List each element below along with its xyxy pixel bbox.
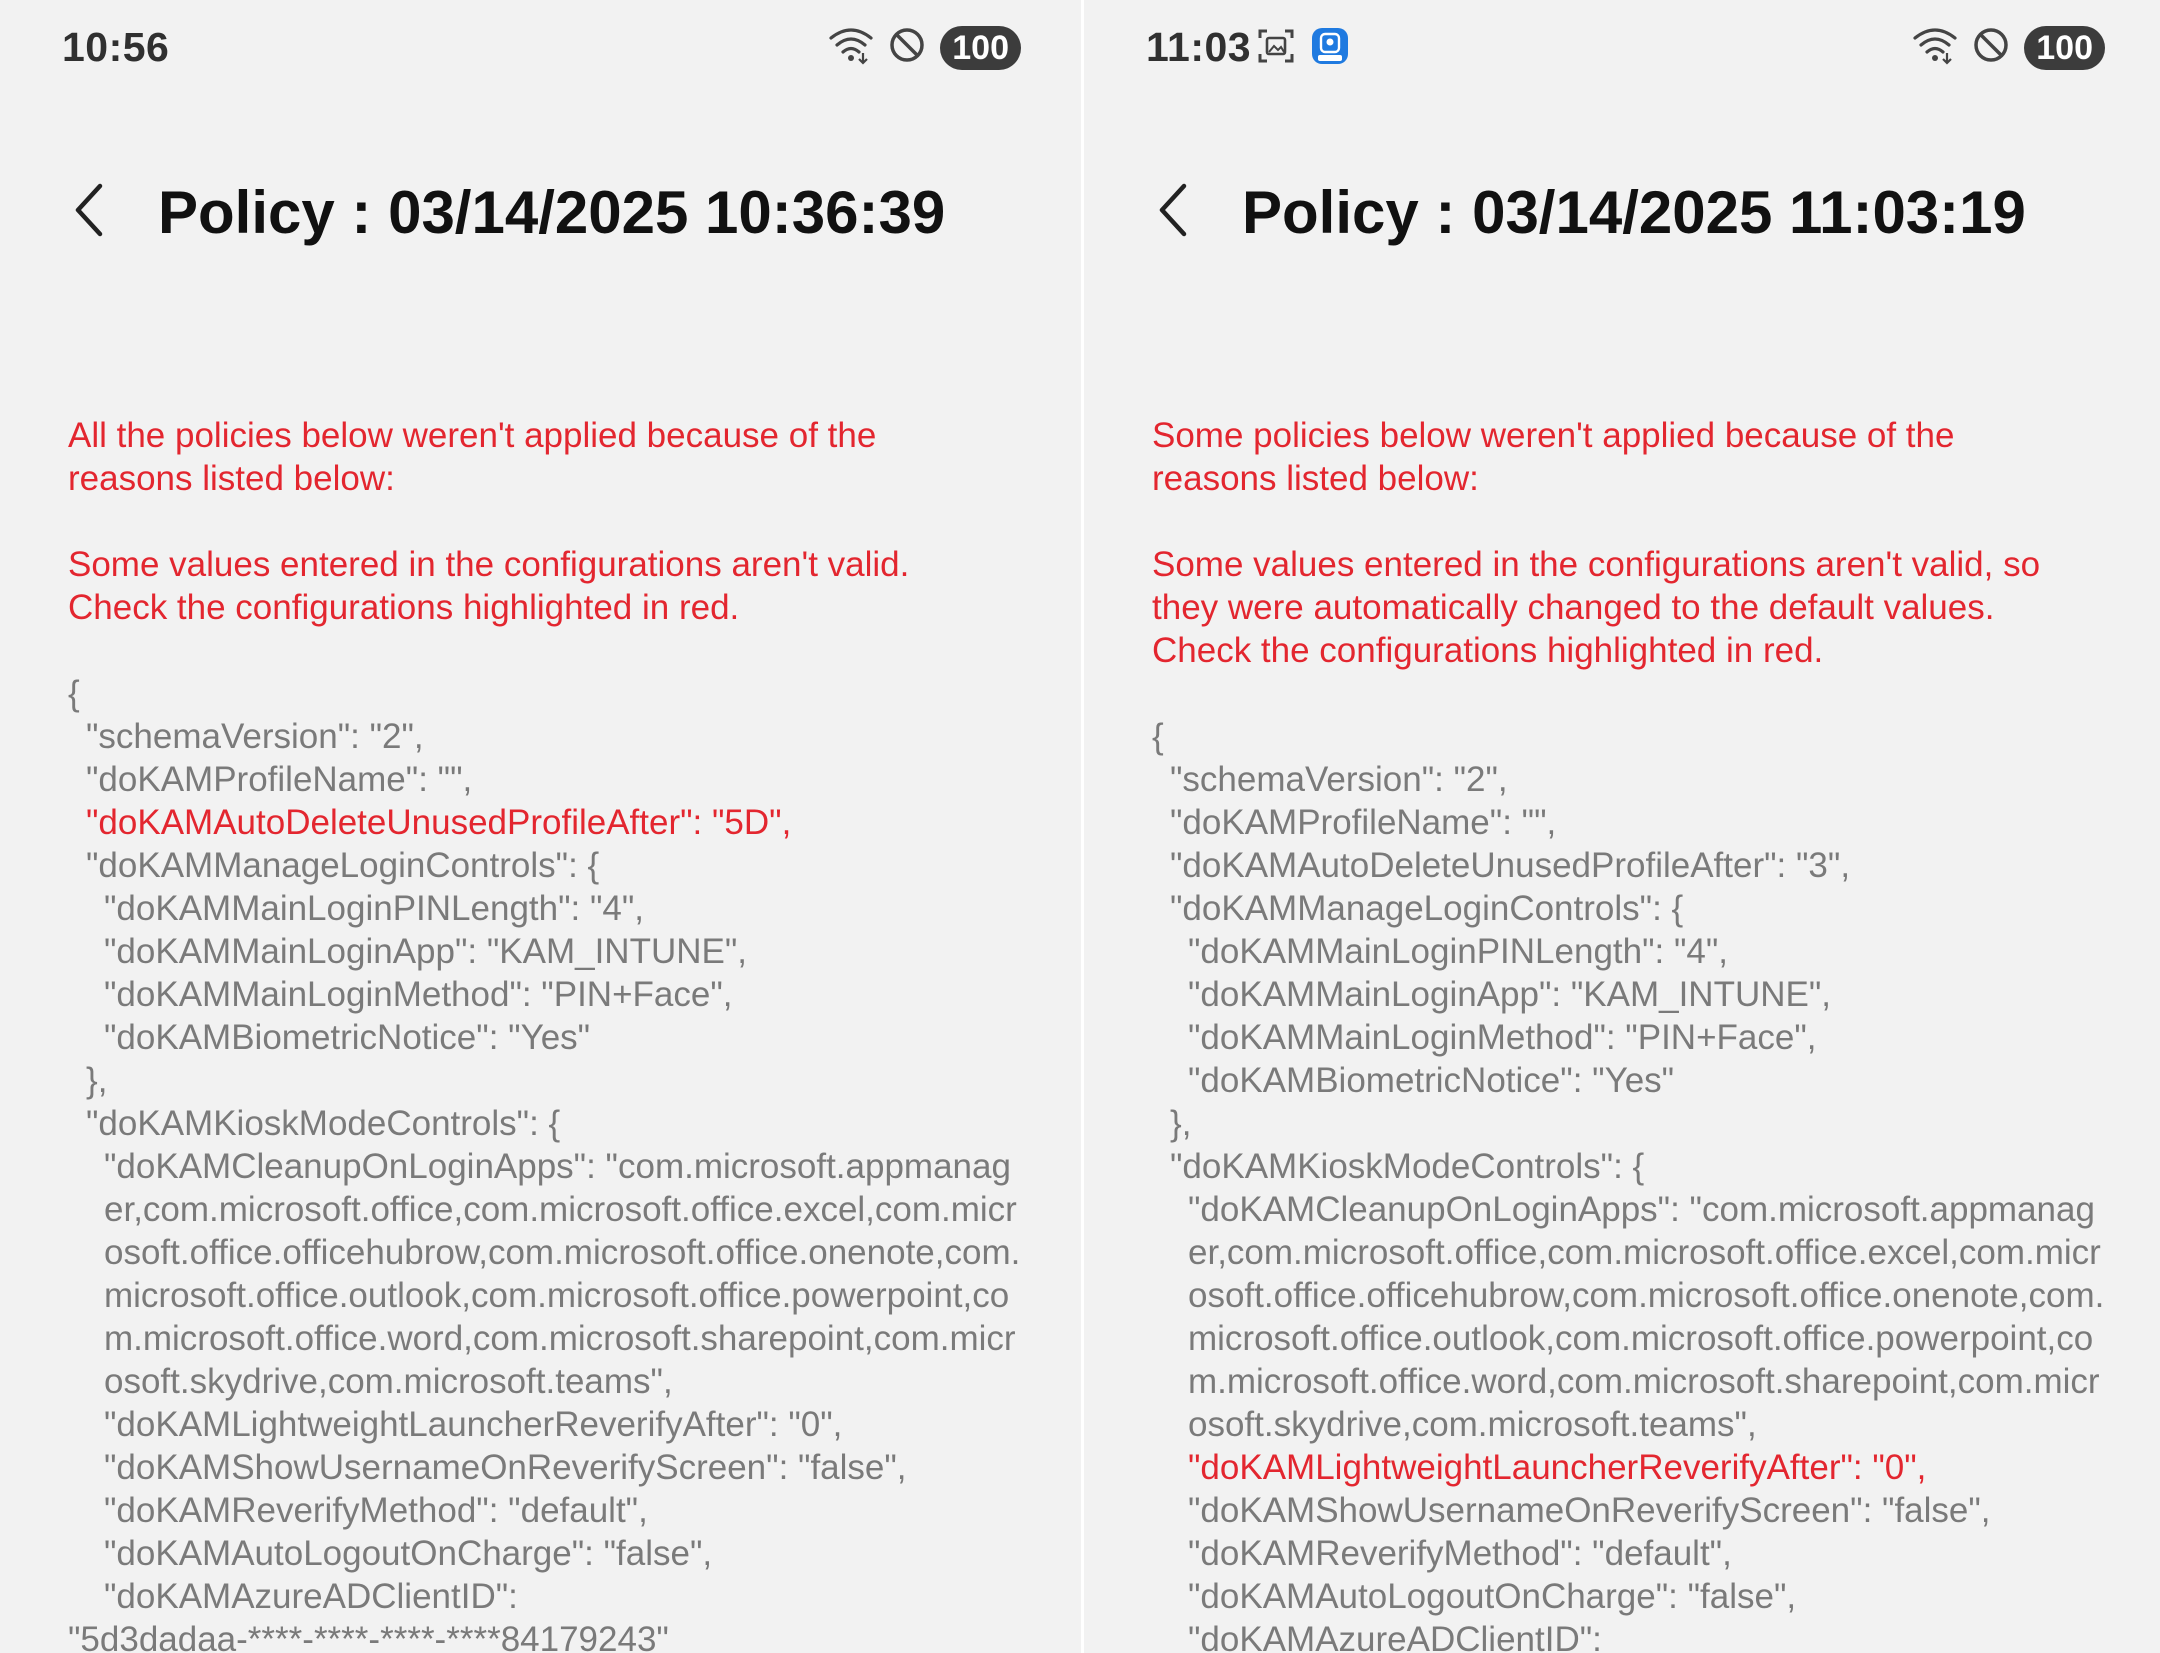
json-line: "doKAMLightweightLauncherReverifyAfter":…	[104, 1405, 843, 1444]
json-line: "doKAMManageLoginControls": {	[86, 846, 600, 885]
error-detail: Some values entered in the configuration…	[68, 545, 910, 627]
status-bar: 10:56 100	[0, 0, 1081, 96]
json-line: "doKAMKioskModeControls": {	[1170, 1147, 1645, 1186]
json-line: "doKAMMainLoginMethod": "PIN+Face",	[104, 975, 733, 1014]
error-intro: Some policies below weren't applied beca…	[1152, 416, 1955, 498]
chevron-left-icon	[75, 183, 103, 237]
json-line: "doKAMAutoDeleteUnusedProfileAfter": "3"…	[1170, 846, 1851, 885]
json-line-highlighted: "doKAMAutoDeleteUnusedProfileAfter": "5D…	[86, 803, 792, 842]
json-line: "doKAMCleanupOnLoginApps": "com.microsof…	[1188, 1190, 2105, 1444]
json-line: "doKAMMainLoginApp": "KAM_INTUNE",	[104, 932, 748, 971]
json-line: "doKAMReverifyMethod": "default",	[1188, 1534, 1732, 1573]
title-bar: Policy : 03/14/2025 10:36:39	[0, 160, 1081, 260]
json-line: "doKAMBiometricNotice": "Yes"	[1188, 1061, 1675, 1100]
policy-content: Some policies below weren't applied beca…	[1152, 414, 2112, 1653]
json-line: "doKAMKioskModeControls": {	[86, 1104, 561, 1143]
json-line: },	[1170, 1104, 1192, 1143]
status-time: 11:03	[1146, 24, 1252, 70]
json-line: "doKAMAutoLogoutOnCharge": "false",	[1188, 1577, 1797, 1616]
status-bar: 11:03 100	[1084, 0, 2160, 96]
status-icons: 100	[828, 25, 1021, 70]
title-bar: Policy : 03/14/2025 11:03:19	[1084, 160, 2160, 260]
left-phone-screen: 10:56 100 Policy: 03/14/2025 10:36:39 A…	[0, 0, 1081, 1653]
policy-json: {"schemaVersion": "2", "doKAMProfileName"…	[1152, 715, 2112, 1653]
json-line: {	[1152, 717, 1164, 756]
json-line: "doKAMMainLoginPINLength": "4",	[104, 889, 645, 928]
battery-level: 100	[2024, 25, 2105, 70]
chevron-left-icon	[1159, 183, 1187, 237]
policy-content: All the policies below weren't applied b…	[68, 414, 1028, 1653]
json-line: "doKAMAutoLogoutOnCharge": "false",	[104, 1534, 713, 1573]
json-line: "schemaVersion": "2",	[1170, 760, 1508, 799]
json-line: "doKAMBiometricNotice": "Yes"	[104, 1018, 591, 1057]
status-time: 10:56	[62, 24, 170, 70]
battery-level: 100	[940, 25, 1021, 70]
screenshot-icon	[1256, 26, 1296, 71]
json-line: "doKAMCleanupOnLoginApps": "com.microsof…	[104, 1147, 1021, 1401]
json-line: "5d3dadaa-****-****-****-****84179243"	[68, 1620, 669, 1653]
json-line: "doKAMProfileName": "",	[86, 760, 473, 799]
json-line: "doKAMProfileName": "",	[1170, 803, 1557, 842]
back-button[interactable]	[1144, 180, 1204, 240]
json-line: "doKAMMainLoginPINLength": "4",	[1188, 932, 1729, 971]
policy-json: {"schemaVersion": "2", "doKAMProfileName"…	[68, 672, 1028, 1653]
do-not-disturb-icon	[1972, 26, 2010, 69]
error-detail: Some values entered in the configuration…	[1152, 545, 2041, 670]
do-not-disturb-icon	[888, 26, 926, 69]
page-title: Policy : 03/14/2025 11:03:19	[1242, 179, 2026, 246]
json-line: "doKAMMainLoginMethod": "PIN+Face",	[1188, 1018, 1817, 1057]
json-line: "doKAMAzureADClientID":	[104, 1577, 518, 1616]
beta-app-icon	[1310, 26, 1350, 71]
wifi-icon	[1912, 25, 1958, 70]
json-line: "doKAMMainLoginApp": "KAM_INTUNE",	[1188, 975, 1832, 1014]
error-intro: All the policies below weren't applied b…	[68, 416, 877, 498]
screenshot-comparison: 10:56 100 Policy: 03/14/2025 10:36:39 A…	[0, 0, 2160, 1653]
json-line: "doKAMShowUsernameOnReverifyScreen": "fa…	[104, 1448, 907, 1487]
json-line: "doKAMManageLoginControls": {	[1170, 889, 1684, 928]
status-notification-icons	[1256, 26, 1350, 71]
status-icons: 100	[1912, 25, 2105, 70]
json-line: },	[86, 1061, 108, 1100]
json-line: {	[68, 674, 80, 713]
json-line: "doKAMReverifyMethod": "default",	[104, 1491, 648, 1530]
right-phone-screen: 11:03 100 Policy: 03/14/2025 11:03:19 S…	[1084, 0, 2160, 1653]
wifi-icon	[828, 25, 874, 70]
back-button[interactable]	[60, 180, 120, 240]
page-title: Policy : 03/14/2025 10:36:39	[158, 179, 946, 246]
json-line: "schemaVersion": "2",	[86, 717, 424, 756]
json-line: "doKAMAzureADClientID":	[1188, 1620, 1602, 1653]
json-line: "doKAMShowUsernameOnReverifyScreen": "fa…	[1188, 1491, 1991, 1530]
json-line-highlighted: "doKAMLightweightLauncherReverifyAfter":…	[1188, 1448, 1927, 1487]
